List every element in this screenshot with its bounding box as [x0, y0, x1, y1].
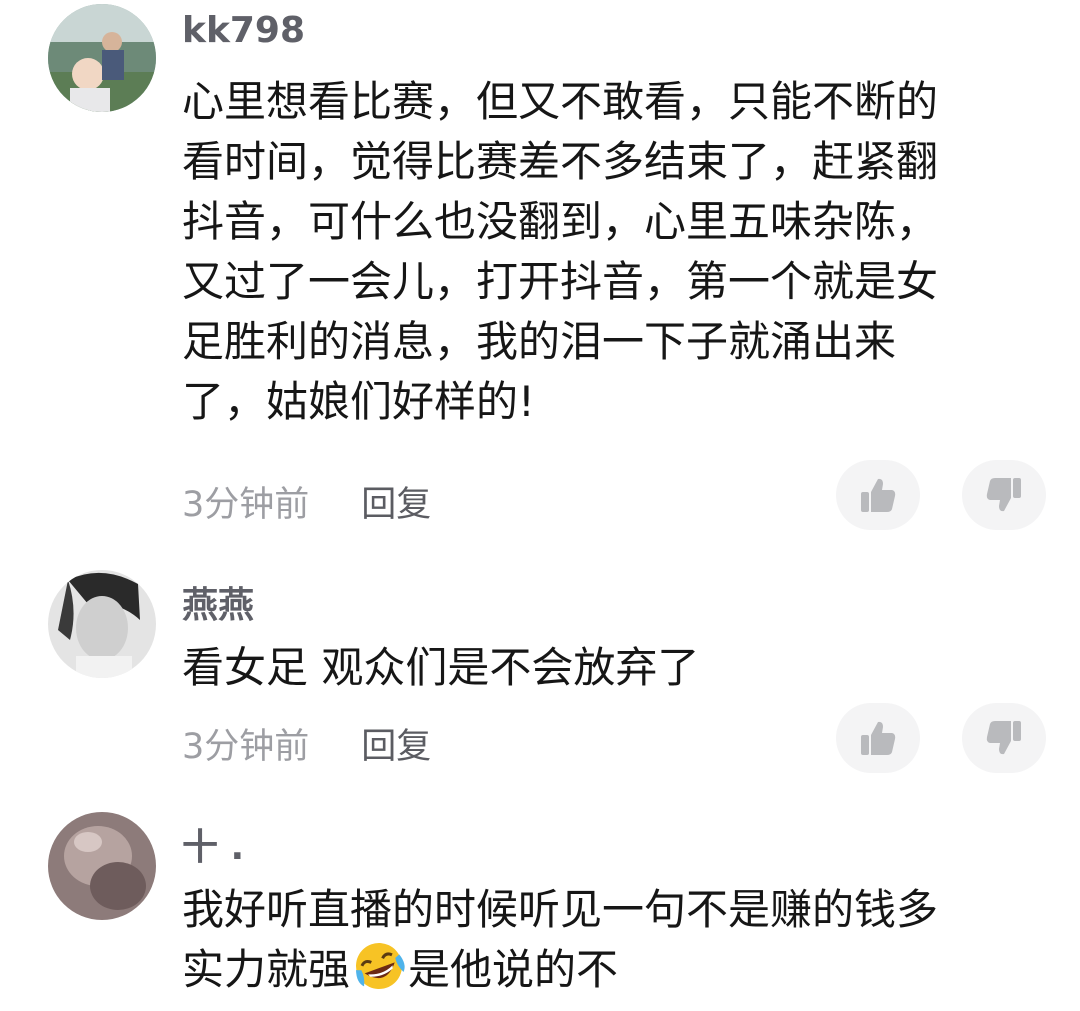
comment-line-segment: 是他说的不: [408, 945, 619, 994]
thumbs-down-icon: [986, 478, 1021, 512]
comment-line: 看时间，觉得比赛差不多结束了，赶紧翻: [182, 137, 939, 186]
comment-line: 实力就强 是他说的不: [182, 940, 1012, 1000]
like-button[interactable]: [836, 460, 920, 530]
username[interactable]: 燕燕: [182, 576, 254, 628]
comment-line: 我好听直播的时候听见一句不是赚的钱多: [182, 885, 939, 934]
comment-line: 了，姑娘们好样的!: [182, 377, 535, 426]
comment-line-segment: 实力就强: [182, 945, 351, 994]
comment-text: 心里想看比赛，但又不敢看，只能不断的 看时间，觉得比赛差不多结束了，赶紧翻 抖音…: [182, 72, 1012, 432]
username[interactable]: 十 .: [182, 818, 244, 870]
comment-line: 又过了一会儿，打开抖音，第一个就是女: [182, 257, 939, 306]
comment-text: 看女足 观众们是不会放弃了: [182, 638, 1012, 698]
avatar-image: [48, 812, 156, 920]
avatar-image: [48, 4, 156, 112]
avatar[interactable]: [48, 4, 156, 112]
avatar-image: [48, 570, 156, 678]
thumbs-up-icon: [861, 721, 896, 755]
reply-button[interactable]: 回复: [361, 727, 431, 767]
comment-meta: 3分钟前 回复: [182, 476, 431, 527]
comment-line: 抖音，可什么也没翻到，心里五味杂陈，: [182, 197, 939, 246]
dislike-button[interactable]: [962, 460, 1046, 530]
avatar[interactable]: [48, 570, 156, 678]
reply-button[interactable]: 回复: [361, 485, 431, 525]
thumbs-up-icon: [861, 478, 896, 512]
username[interactable]: kk798: [182, 10, 305, 51]
comment-meta: 3分钟前 回复: [182, 718, 431, 769]
timestamp: 3分钟前: [182, 485, 310, 525]
avatar[interactable]: [48, 812, 156, 920]
rofl-emoji-icon: [356, 943, 405, 989]
comment-line: 足胜利的消息，我的泪一下子就涌出来: [182, 317, 897, 366]
thumbs-down-icon: [986, 721, 1021, 755]
comment-line: 心里想看比赛，但又不敢看，只能不断的: [182, 77, 939, 126]
like-button[interactable]: [836, 703, 920, 773]
comment-line: 看女足 观众们是不会放弃了: [182, 643, 700, 692]
dislike-button[interactable]: [962, 703, 1046, 773]
timestamp: 3分钟前: [182, 727, 310, 767]
comment-text: 我好听直播的时候听见一句不是赚的钱多 实力就强 是他说的不: [182, 880, 1012, 1000]
